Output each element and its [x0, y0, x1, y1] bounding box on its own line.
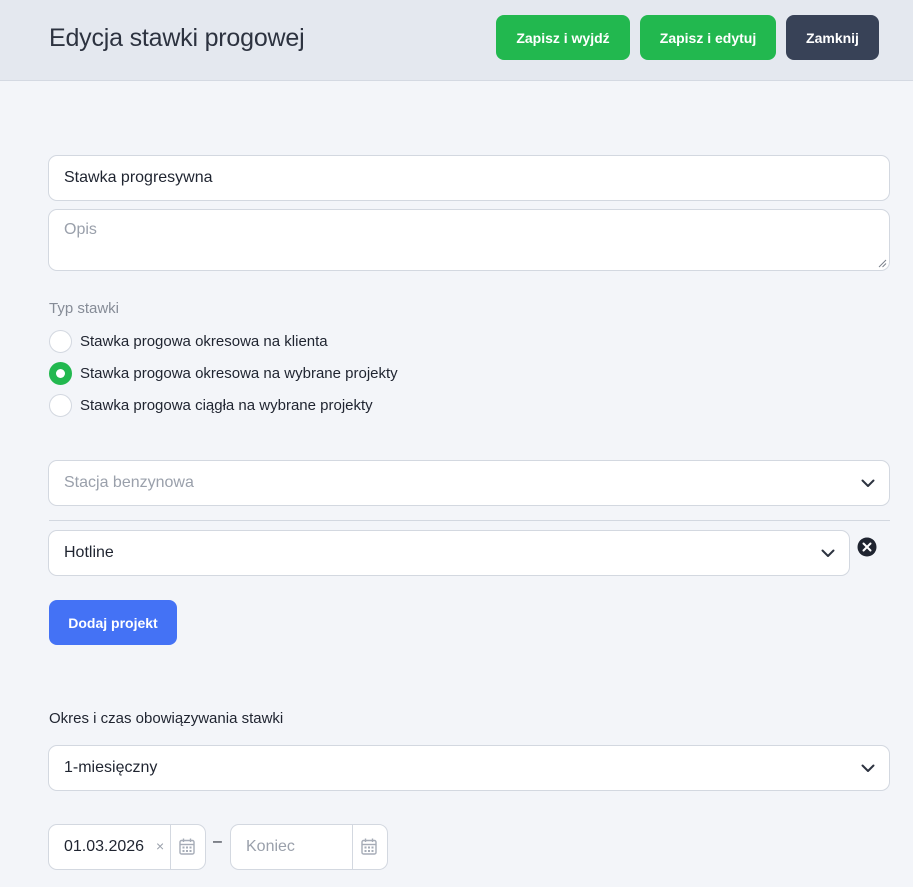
divider	[49, 520, 890, 521]
period-select-value: 1-miesięczny	[64, 759, 158, 776]
radio-option-continuous-projects[interactable]: Stawka progowa ciągła na wybrane projekt…	[49, 393, 373, 417]
date-separator	[352, 825, 353, 869]
end-date-input[interactable]: Koniec	[230, 824, 388, 870]
radio-option-selected-projects[interactable]: Stawka progowa okresowa na wybrane proje…	[49, 361, 398, 385]
period-label: Okres i czas obowiązywania stawki	[49, 710, 284, 727]
start-date-input[interactable]: 01.03.2026 ×	[48, 824, 206, 870]
radio-label: Stawka progowa ciągła na wybrane projekt…	[80, 396, 373, 414]
page-header: Edycja stawki progowej Zapisz i wyjdź Za…	[0, 0, 913, 81]
date-separator	[170, 825, 171, 869]
radio-label: Stawka progowa okresowa na klienta	[80, 332, 328, 350]
name-input[interactable]: Stawka progresywna	[48, 155, 890, 201]
radio-option-client[interactable]: Stawka progowa okresowa na klienta	[49, 329, 328, 353]
project-select-value: Hotline	[64, 544, 114, 561]
add-project-button[interactable]: Dodaj projekt	[49, 600, 177, 645]
description-textarea[interactable]: Opis	[48, 209, 890, 271]
close-button[interactable]: Zamknij	[786, 15, 879, 60]
clear-date-icon[interactable]: ×	[156, 838, 164, 854]
chevron-down-icon	[861, 764, 875, 772]
save-and-edit-button[interactable]: Zapisz i edytuj	[640, 15, 776, 60]
radio-button-checked[interactable]	[49, 361, 72, 385]
period-select[interactable]: 1-miesięczny	[48, 745, 890, 791]
name-input-value: Stawka progresywna	[64, 169, 213, 186]
resize-grip-icon[interactable]	[878, 259, 887, 268]
description-placeholder: Opis	[64, 221, 97, 238]
remove-project-icon[interactable]	[857, 537, 877, 557]
radio-button[interactable]	[49, 329, 72, 353]
client-select[interactable]: Stacja benzynowa	[48, 460, 890, 506]
chevron-down-icon	[821, 549, 835, 557]
page-title: Edycja stawki progowej	[49, 24, 305, 52]
calendar-icon[interactable]	[179, 838, 195, 855]
date-range-dash: –	[213, 833, 222, 850]
client-select-placeholder: Stacja benzynowa	[64, 474, 194, 491]
rate-type-label: Typ stawki	[49, 300, 120, 317]
chevron-down-icon	[861, 479, 875, 487]
radio-button[interactable]	[49, 393, 72, 417]
start-date-value: 01.03.2026	[64, 838, 145, 855]
project-select[interactable]: Hotline	[48, 530, 850, 576]
save-and-exit-button[interactable]: Zapisz i wyjdź	[496, 15, 630, 60]
radio-label: Stawka progowa okresowa na wybrane proje…	[80, 364, 398, 382]
end-date-placeholder: Koniec	[246, 838, 295, 855]
calendar-icon[interactable]	[361, 838, 377, 855]
